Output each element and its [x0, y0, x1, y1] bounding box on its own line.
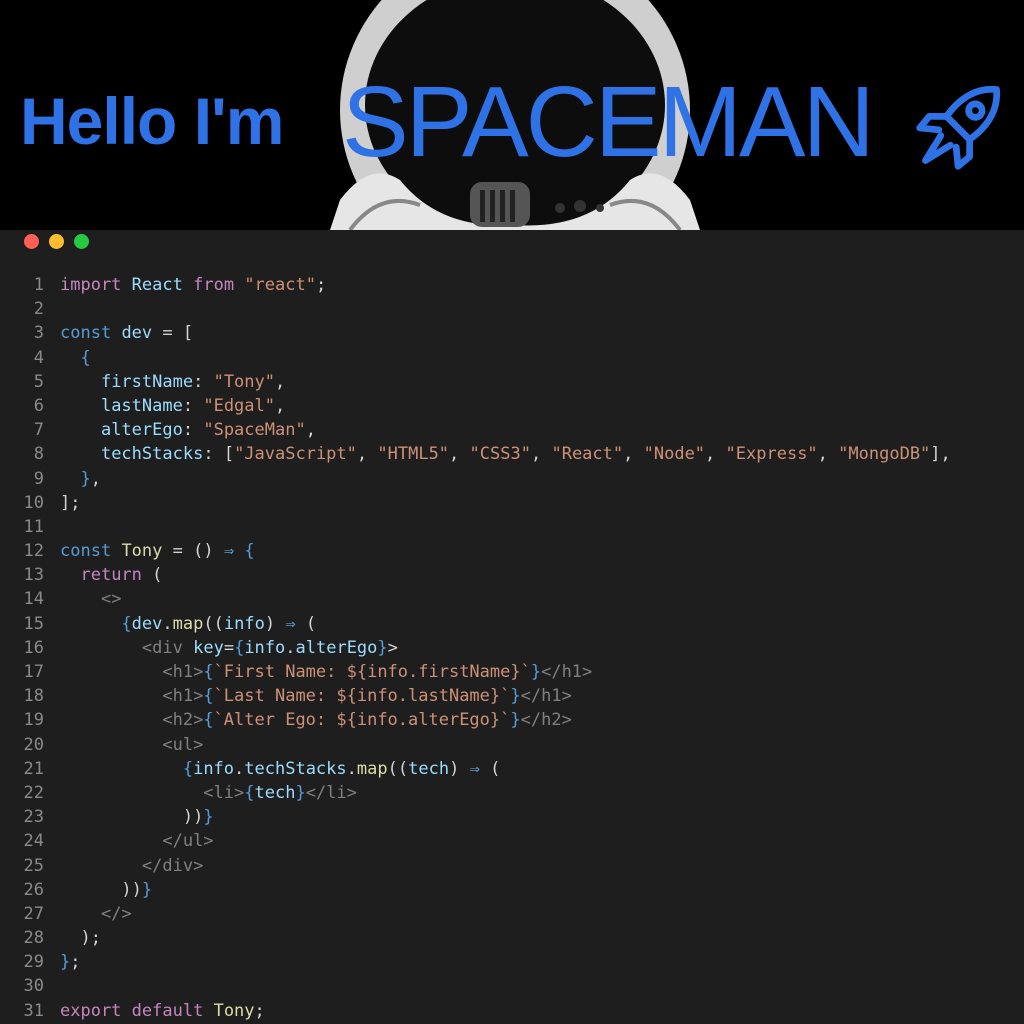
code-text: <ul>	[162, 734, 204, 755]
code-text: );	[80, 928, 101, 949]
code-line: 26 ))}	[0, 878, 1024, 902]
code-line: 16 <div key={info.alterEgo}>	[0, 636, 1024, 660]
code-line: 3 const dev = [	[0, 321, 1024, 345]
line-number: 21	[23, 758, 44, 779]
code-text: </>	[100, 903, 132, 924]
code-line: 31 export default Tony;	[0, 999, 1024, 1023]
line-number: 8	[33, 444, 44, 465]
code-line: 5 firstName: "Tony",	[0, 370, 1024, 394]
line-number: 18	[23, 686, 44, 707]
code-line: 24 </ul>	[0, 829, 1024, 853]
code-text: <li>{tech}</li>	[203, 782, 357, 803]
code-line: 11	[0, 515, 1024, 539]
code-text: ];	[60, 492, 81, 513]
code-text: <h1>{`First Name: ${info.firstName}`}</h…	[162, 662, 593, 682]
code-line: 27 </>	[0, 902, 1024, 926]
line-number: 20	[23, 734, 44, 755]
code-text: ))}	[182, 807, 214, 828]
line-number: 12	[23, 541, 44, 562]
code-line: 9 },	[0, 467, 1024, 491]
line-number: 19	[23, 710, 44, 731]
line-number: 17	[23, 662, 44, 682]
line-number: 29	[23, 952, 44, 973]
line-number: 9	[33, 468, 44, 489]
code-line: 18 <h1>{`Last Name: ${info.lastName}`}</…	[0, 684, 1024, 708]
code-text: export default Tony;	[60, 1000, 265, 1021]
code-text: {dev.map((info) ⇒ (	[121, 613, 317, 634]
code-line: 1 import React from "react";	[0, 273, 1024, 297]
code-text: alterEgo: "SpaceMan",	[100, 420, 316, 441]
code-text: };	[60, 952, 81, 973]
code-text: import React from "react";	[60, 275, 327, 295]
code-line: 29};	[0, 950, 1024, 974]
line-number: 31	[23, 1000, 44, 1021]
code-line: 19 <h2>{`Alter Ego: ${info.alterEgo}`}</…	[0, 708, 1024, 732]
code-line: 20 <ul>	[0, 733, 1024, 757]
line-number: 6	[33, 395, 44, 416]
code-text: techStacks: ["JavaScript", "HTML5", "CSS…	[100, 444, 951, 465]
code-line: 28 );	[0, 926, 1024, 950]
code-text: {info.techStacks.map((tech) ⇒ (	[182, 758, 501, 779]
code-line: 17 <h1>{`First Name: ${info.firstName}`}…	[0, 660, 1024, 684]
close-button[interactable]	[24, 234, 39, 249]
code-text: </ul>	[162, 831, 214, 852]
code-line: 25 </div>	[0, 854, 1024, 878]
hero-banner: Hello I'm SPACEMAN	[0, 0, 1024, 230]
code-line: 14 <>	[0, 587, 1024, 611]
line-number: 1	[33, 275, 44, 295]
name-heading: SPACEMAN	[342, 66, 875, 178]
code-text: {	[80, 347, 91, 368]
line-number: 11	[23, 516, 44, 537]
line-number: 14	[23, 589, 44, 610]
line-number: 10	[23, 492, 44, 513]
code-line: 6 lastName: "Edgal",	[0, 394, 1024, 418]
code-text: },	[80, 468, 101, 489]
code-line: 7 alterEgo: "SpaceMan",	[0, 418, 1024, 442]
code-line: 21 {info.techStacks.map((tech) ⇒ (	[0, 757, 1024, 781]
code-text: <>	[100, 589, 122, 610]
code-line: 2	[0, 297, 1024, 321]
code-line: 10];	[0, 491, 1024, 515]
code-text: <div key={info.alterEgo}>	[141, 637, 398, 658]
line-number: 4	[33, 347, 44, 368]
rocket-icon	[916, 85, 1001, 170]
code-text: const Tony = () ⇒ {	[60, 541, 255, 562]
code-line: 22 <li>{tech}</li>	[0, 781, 1024, 805]
line-number: 28	[23, 928, 44, 949]
line-number: 26	[23, 879, 44, 900]
line-number: 3	[33, 323, 44, 344]
line-number: 27	[23, 903, 44, 924]
line-number: 13	[23, 565, 44, 586]
code-line: 30	[0, 974, 1024, 998]
maximize-button[interactable]	[74, 234, 89, 249]
code-line: 4 {	[0, 346, 1024, 370]
line-number: 15	[23, 613, 44, 634]
line-number: 5	[33, 371, 44, 392]
code-line: 12 const Tony = () ⇒ {	[0, 539, 1024, 563]
line-number: 22	[23, 782, 44, 803]
code-text: firstName: "Tony",	[100, 371, 286, 392]
code-text: <h1>{`Last Name: ${info.lastName}`}</h1>	[162, 686, 572, 707]
code-editor[interactable]: 1 import React from "react"; 2 3 const dev =…	[0, 273, 1024, 1023]
code-text: ))}	[121, 879, 153, 900]
line-number: 23	[23, 807, 44, 828]
code-line: 15 {dev.map((info) ⇒ (	[0, 612, 1024, 636]
code-line: 23 ))}	[0, 805, 1024, 829]
line-number: 30	[23, 976, 44, 997]
line-number: 7	[33, 420, 44, 441]
line-number: 16	[23, 637, 44, 658]
code-text: </div>	[141, 855, 204, 876]
code-line: 13 return (	[0, 563, 1024, 587]
minimize-button[interactable]	[49, 234, 64, 249]
code-text: const dev = [	[60, 323, 194, 344]
line-number: 24	[23, 831, 44, 852]
code-line: 8 techStacks: ["JavaScript", "HTML5", "C…	[0, 442, 1024, 466]
code-text: lastName: "Edgal",	[100, 395, 286, 416]
code-text: return (	[80, 565, 163, 586]
greeting-text: Hello I'm	[20, 84, 284, 158]
line-number: 2	[33, 299, 44, 320]
line-number: 25	[23, 855, 44, 876]
code-text: <h2>{`Alter Ego: ${info.alterEgo}`}</h2>	[162, 710, 572, 731]
